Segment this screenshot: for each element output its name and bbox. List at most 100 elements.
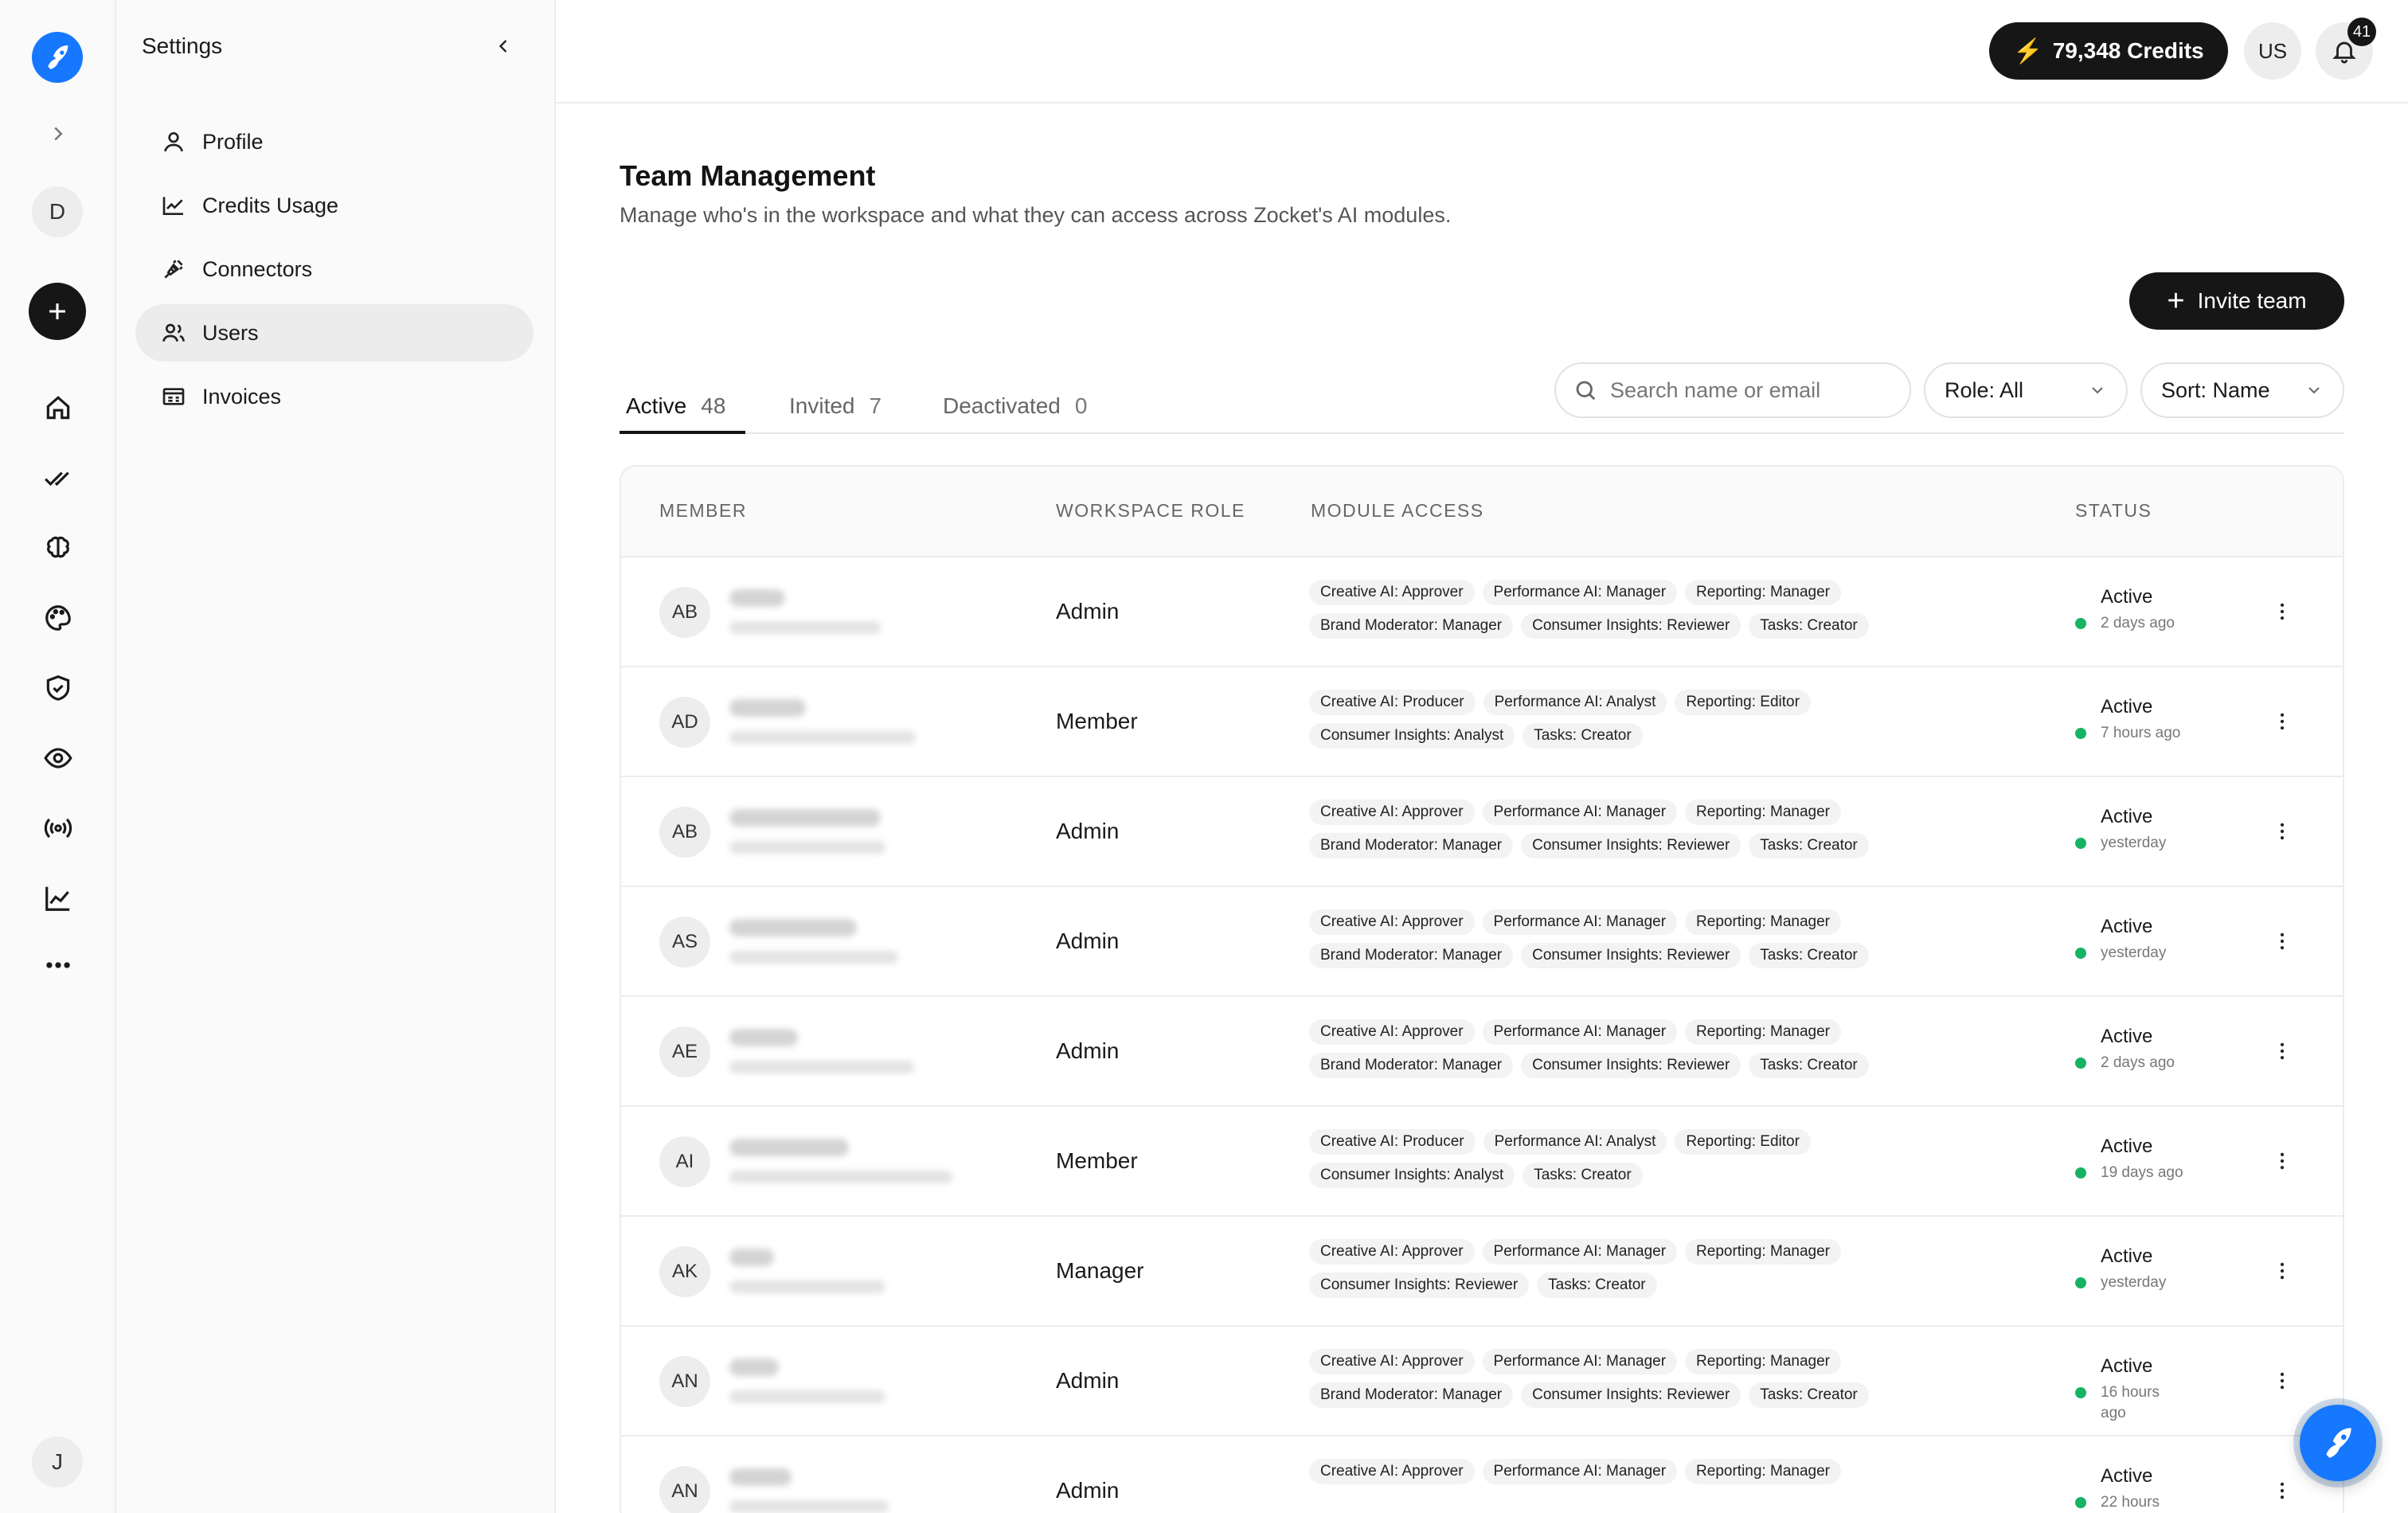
- module-access-chip: Reporting: Manager: [1685, 800, 1841, 825]
- table-row[interactable]: AN Admin Creative AI: Approver Performance …: [621, 1437, 2343, 1513]
- plus-icon: +: [2167, 284, 2185, 318]
- module-access-chip: Creative AI: Approver: [1309, 909, 1475, 935]
- column-header-member: MEMBER: [659, 500, 747, 521]
- tab-active[interactable]: Active 48: [626, 379, 725, 433]
- status-dot: [2075, 1058, 2086, 1069]
- table-row[interactable]: AB Admin Creative AI: Approver Performance …: [621, 777, 2343, 887]
- region-chip[interactable]: US: [2244, 22, 2301, 80]
- palette-icon[interactable]: [34, 594, 82, 642]
- checks-icon[interactable]: [34, 454, 82, 502]
- chevron-left-icon[interactable]: [489, 32, 518, 61]
- sidebar-item-users[interactable]: Users: [135, 304, 534, 362]
- user-icon: [164, 132, 183, 152]
- tab-deactivated[interactable]: Deactivated 0: [943, 379, 1087, 433]
- member-name-redacted: [729, 1468, 792, 1486]
- row-menu-icon[interactable]: [2266, 815, 2298, 847]
- module-access-chip: Reporting: Manager: [1685, 1349, 1841, 1374]
- module-access-chip: Consumer Insights: Reviewer: [1521, 943, 1742, 968]
- module-access-list: Creative AI: Approver Performance AI: Man…: [1309, 1239, 1978, 1298]
- row-menu-icon[interactable]: [2266, 925, 2298, 957]
- table-row[interactable]: AS Admin Creative AI: Approver Performance …: [621, 887, 2343, 997]
- module-access-chip: Performance AI: Manager: [1482, 1239, 1678, 1265]
- module-access-chip: Tasks: Creator: [1749, 833, 1869, 858]
- member-avatar: AN: [659, 1466, 710, 1513]
- module-access-chip: Consumer Insights: Analyst: [1309, 1163, 1515, 1188]
- sidebar-item-invoices[interactable]: Invoices: [135, 368, 534, 425]
- broadcast-icon[interactable]: [34, 804, 82, 852]
- rocket-icon: [2326, 1428, 2351, 1458]
- chevron-down-icon: [2308, 387, 2320, 394]
- status-dot: [2075, 1497, 2086, 1508]
- row-menu-icon[interactable]: [2266, 1035, 2298, 1067]
- status-label: Active: [2101, 586, 2153, 608]
- members-table: MEMBER WORKSPACE ROLE MODULE ACCESS STAT…: [620, 465, 2344, 1513]
- status-dot: [2075, 618, 2086, 629]
- more-icon[interactable]: [34, 941, 82, 989]
- row-menu-icon[interactable]: [2266, 1145, 2298, 1177]
- sidebar-item-connectors[interactable]: Connectors: [135, 240, 534, 298]
- table-row[interactable]: AI Member Creative AI: Producer Performance…: [621, 1107, 2343, 1217]
- module-access-chip: Tasks: Creator: [1749, 613, 1869, 639]
- rocket-logo-icon[interactable]: [32, 32, 83, 83]
- workspace-role: Admin: [1056, 1478, 1120, 1503]
- member-avatar: AI: [659, 1136, 710, 1187]
- tab-invited[interactable]: Invited 7: [789, 379, 882, 433]
- table-row[interactable]: AN Admin Creative AI: Approver Performance …: [621, 1327, 2343, 1437]
- chevron-right-icon[interactable]: [34, 110, 82, 158]
- shield-icon[interactable]: [34, 664, 82, 712]
- settings-sidebar: Settings Profile Credits Usage Connector…: [116, 0, 556, 1513]
- member-name-redacted: [729, 809, 881, 827]
- brain-icon[interactable]: [34, 524, 82, 572]
- home-icon[interactable]: [34, 384, 82, 432]
- workspace-role: Member: [1056, 1148, 1138, 1173]
- module-access-chip: Tasks: Creator: [1749, 943, 1869, 968]
- column-header-role: WORKSPACE ROLE: [1056, 500, 1245, 521]
- workspace-role: Admin: [1056, 819, 1120, 843]
- sidebar-item-credits-usage[interactable]: Credits Usage: [135, 177, 534, 234]
- sidebar-item-label: Connectors: [202, 256, 313, 281]
- table-row[interactable]: AK Manager Creative AI: Approver Performanc…: [621, 1217, 2343, 1327]
- member-email-redacted: [729, 621, 881, 634]
- status-dot: [2075, 1277, 2086, 1288]
- sidebar-item-profile[interactable]: Profile: [135, 113, 534, 170]
- table-row[interactable]: AD Member Creative AI: Producer Performance…: [621, 667, 2343, 777]
- page-subtitle: Manage who's in the workspace and what t…: [620, 203, 1452, 227]
- sort-dropdown[interactable]: Sort: Name: [2140, 362, 2344, 418]
- row-menu-icon[interactable]: [2266, 596, 2298, 627]
- module-access-chip: Consumer Insights: Reviewer: [1521, 1053, 1742, 1078]
- row-menu-icon[interactable]: [2266, 1475, 2298, 1507]
- workspace-avatar[interactable]: D: [32, 186, 83, 237]
- search-field[interactable]: [1554, 362, 1911, 418]
- module-access-chip: Brand Moderator: Manager: [1309, 613, 1514, 639]
- assistant-rocket-button[interactable]: [2300, 1405, 2376, 1481]
- row-menu-icon[interactable]: [2266, 706, 2298, 737]
- module-access-chip: Brand Moderator: Manager: [1309, 1382, 1514, 1408]
- module-access-chip: Tasks: Creator: [1749, 1053, 1869, 1078]
- module-access-chip: Creative AI: Approver: [1309, 1349, 1475, 1374]
- table-row[interactable]: AE Admin Creative AI: Approver Performance …: [621, 997, 2343, 1107]
- credits-button[interactable]: ⚡ 79,348 Credits: [1989, 22, 2228, 80]
- module-access-chip: Tasks: Creator: [1523, 1163, 1643, 1188]
- last-active: 22 hours ago: [2101, 1494, 2160, 1511]
- module-access-chip: Creative AI: Approver: [1309, 800, 1475, 825]
- row-menu-icon[interactable]: [2266, 1365, 2298, 1397]
- role-filter-dropdown[interactable]: Role: All: [1924, 362, 2128, 418]
- module-access-chip: Creative AI: Approver: [1309, 1019, 1475, 1045]
- row-menu-icon[interactable]: [2266, 1255, 2298, 1287]
- module-access-chip: Brand Moderator: Manager: [1309, 833, 1514, 858]
- workspace-role: Member: [1056, 709, 1138, 733]
- invite-team-label: Invite team: [2197, 288, 2307, 313]
- module-access-chip: Creative AI: Producer: [1309, 690, 1476, 715]
- search-input[interactable]: [1610, 377, 1881, 403]
- chart-icon[interactable]: [34, 874, 82, 922]
- member-avatar: AB: [659, 807, 710, 858]
- plus-icon[interactable]: [29, 283, 86, 340]
- member-avatar: AD: [659, 697, 710, 748]
- user-avatar[interactable]: J: [32, 1437, 83, 1488]
- tab-label: Deactivated: [943, 393, 1061, 418]
- invite-team-button[interactable]: + Invite team: [2129, 272, 2344, 330]
- status-dot: [2075, 1387, 2086, 1398]
- table-row[interactable]: AB Admin Creative AI: Approver Performance …: [621, 557, 2343, 667]
- eye-icon[interactable]: [34, 734, 82, 782]
- module-access-chip: Performance AI: Manager: [1482, 1459, 1678, 1484]
